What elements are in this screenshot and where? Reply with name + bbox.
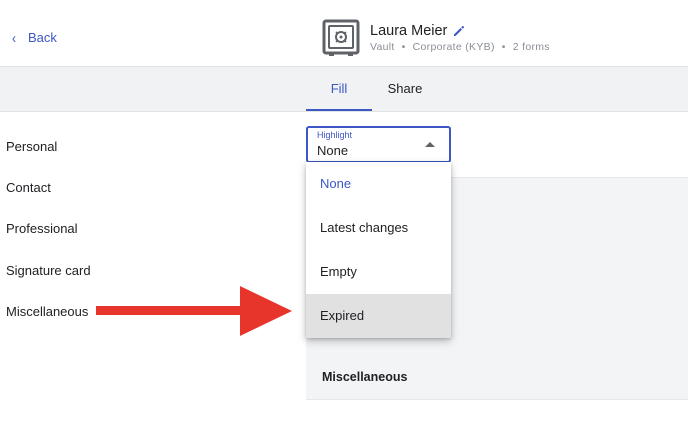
caret-up-icon <box>425 142 435 147</box>
highlight-select-label: Highlight <box>317 130 353 140</box>
subtitle-separator: • <box>401 41 406 53</box>
tab-share[interactable]: Share <box>372 67 438 111</box>
subtitle-forms: 2 forms <box>512 41 550 53</box>
panel-section-miscellaneous: Miscellaneous <box>322 370 408 384</box>
chevron-left-icon: ‹ <box>12 29 16 46</box>
option-latest-changes[interactable]: Latest changes <box>306 206 451 250</box>
subtitle-vault: Vault <box>370 41 395 53</box>
back-label: Back <box>28 30 57 45</box>
page-header: ‹ Back Laura Meier Vault • Corporate (KYB)… <box>0 0 688 66</box>
tab-bar: Fill Share <box>0 66 688 112</box>
nav-item-personal[interactable]: Personal <box>6 139 57 154</box>
nav-item-contact[interactable]: Contact <box>6 180 51 195</box>
option-none[interactable]: None <box>306 162 451 206</box>
option-empty[interactable]: Empty <box>306 250 451 294</box>
nav-item-signature-card[interactable]: Signature card <box>6 263 91 278</box>
subtitle-separator: • <box>501 41 506 53</box>
back-button[interactable]: ‹ Back <box>12 29 57 46</box>
nav-item-miscellaneous[interactable]: Miscellaneous <box>6 304 88 319</box>
annotation-arrow-icon <box>96 286 292 336</box>
subtitle-type: Corporate (KYB) <box>412 41 495 53</box>
highlight-select-value: None <box>317 143 349 158</box>
profile-title: Laura Meier <box>370 23 465 39</box>
vault-icon <box>322 19 360 56</box>
highlight-dropdown-menu: None Latest changes Empty Expired <box>306 162 451 338</box>
option-expired[interactable]: Expired <box>306 294 451 338</box>
pencil-icon[interactable] <box>453 25 465 37</box>
highlight-select[interactable]: Highlight None <box>306 126 451 163</box>
tab-fill[interactable]: Fill <box>306 67 372 111</box>
profile-name: Laura Meier <box>370 23 448 39</box>
profile-subtitle: Vault • Corporate (KYB) • 2 forms <box>370 41 550 53</box>
nav-item-professional[interactable]: Professional <box>6 221 78 236</box>
